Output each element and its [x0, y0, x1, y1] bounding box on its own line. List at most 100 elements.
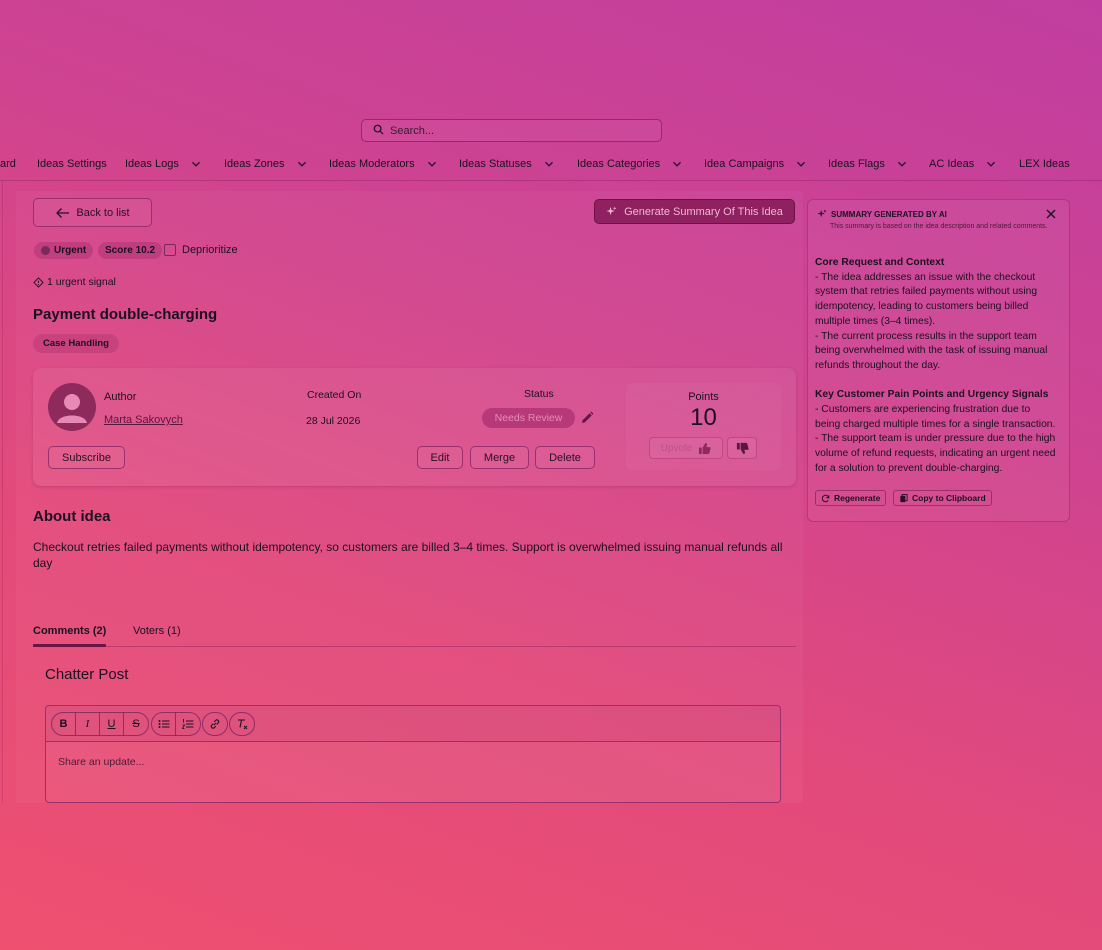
summary-line: volume of refund requests, indicating an… [815, 448, 1056, 460]
link-button[interactable] [203, 713, 227, 735]
delete-label: Delete [549, 451, 581, 464]
upvote-label: Upvote [660, 442, 693, 454]
bold-button[interactable]: B [52, 713, 76, 735]
nav-label: Ideas Settings [37, 158, 107, 170]
nav-item-ac-ideas[interactable]: AC Ideas [929, 157, 996, 171]
thumbs-up-icon [699, 442, 711, 454]
close-icon[interactable] [1045, 208, 1057, 220]
link-group [202, 712, 228, 736]
clear-format-button[interactable] [230, 713, 254, 735]
chevron-down-icon [897, 161, 906, 167]
chevron-down-icon [191, 161, 200, 167]
chevron-down-icon [297, 161, 306, 167]
delete-button[interactable]: Delete [535, 446, 595, 469]
nav-item-ideas-statuses[interactable]: Ideas Statuses [459, 157, 554, 171]
sparkle-icon [817, 209, 827, 218]
pencil-icon[interactable] [580, 411, 594, 425]
urgent-signal: 1 urgent signal [33, 276, 116, 288]
nav-item-ideas-zones[interactable]: Ideas Zones [224, 157, 307, 171]
tabs-divider [33, 646, 796, 647]
list-group [151, 712, 201, 736]
chevron-down-icon [797, 161, 806, 167]
chevron-down-icon [544, 161, 553, 167]
nav-item-board[interactable]: ard [0, 157, 16, 171]
clear-format-icon [238, 719, 248, 730]
tab-active-indicator [33, 644, 106, 647]
summary-line: - The current process results in the sup… [815, 330, 1037, 342]
search-input[interactable]: Search... [361, 119, 662, 142]
urgent-badge: Urgent [34, 242, 94, 259]
edit-button[interactable]: Edit [417, 446, 463, 469]
nav-item-ideas-settings[interactable]: Ideas Settings [37, 157, 107, 171]
summary-body: Core Request and Context - The idea addr… [815, 256, 1065, 477]
search-icon [373, 124, 384, 138]
summary-line: - The idea addresses an issue with the c… [815, 271, 1036, 283]
nav-label: ard [0, 158, 16, 170]
copy-label: Copy to Clipboard [912, 493, 986, 503]
status-label: Status [524, 388, 554, 400]
italic-button[interactable]: I [76, 713, 100, 735]
bullet-list-button[interactable] [152, 713, 176, 735]
strikethrough-button[interactable]: S [124, 713, 148, 735]
bullet-list-icon [158, 720, 169, 728]
downvote-button[interactable] [727, 437, 757, 459]
chevron-down-icon [673, 161, 682, 167]
link-icon [210, 719, 220, 729]
summary-line: being overwhelmed with the task of issui… [815, 345, 1048, 357]
chevron-down-icon [427, 161, 436, 167]
nav-item-ideas-moderators[interactable]: Ideas Moderators [329, 157, 437, 171]
search-placeholder: Search... [390, 124, 435, 137]
summary-line: for a solution to prevent double-chargin… [815, 462, 1003, 474]
signal-label: 1 urgent signal [47, 276, 116, 288]
nav-label: Ideas Logs [125, 158, 179, 170]
summary-header: SUMMARY GENERATED BY AI [817, 209, 947, 219]
nav-item-ideas-flags[interactable]: Ideas Flags [828, 157, 907, 171]
about-title: About idea [33, 508, 111, 525]
summary-section-title: Key Customer Pain Points and Urgency Sig… [815, 389, 1049, 401]
nav-label: AC Ideas [929, 158, 975, 170]
numbered-list-icon [182, 719, 194, 729]
urgent-label: Urgent [54, 245, 87, 256]
nav-item-idea-campaigns[interactable]: Idea Campaigns [704, 157, 806, 171]
copy-to-clipboard-button[interactable]: Copy to Clipboard [893, 490, 992, 506]
clear-format-group [229, 712, 255, 736]
urgent-dot-icon [41, 246, 50, 255]
summary-line: system that retries failed payments with… [815, 286, 1038, 298]
nav-item-ideas-categories[interactable]: Ideas Categories [577, 157, 682, 171]
merge-label: Merge [483, 451, 516, 464]
summary-line: refunds throughout the day. [815, 359, 941, 371]
score-label: Score 10.2 [105, 245, 156, 256]
summary-line: multiple times (3–4 times). [815, 315, 936, 327]
back-to-list-button[interactable]: Back to list [33, 198, 152, 227]
nav-item-lex-ideas[interactable]: LEX Ideas [1019, 157, 1070, 171]
deprioritize-checkbox[interactable] [164, 244, 176, 256]
nav-label: Ideas Statuses [459, 158, 532, 170]
nav-item-ideas-logs[interactable]: Ideas Logs [125, 157, 201, 171]
summary-line: - Customers are experiencing frustration… [815, 404, 1031, 416]
thumbs-down-icon [736, 442, 749, 454]
tab-voters[interactable]: Voters (1) [133, 625, 181, 637]
summary-spacer [815, 374, 1065, 389]
nav-label: LEX Ideas [1019, 158, 1070, 170]
generate-summary-button[interactable]: Generate Summary Of This Idea [594, 199, 795, 224]
numbered-list-button[interactable] [176, 713, 200, 735]
author-link[interactable]: Marta Sakovych [104, 414, 183, 426]
summary-header-label: SUMMARY GENERATED BY AI [831, 209, 947, 219]
arrow-left-icon [56, 207, 70, 218]
category-tag: Case Handling [33, 334, 119, 353]
edit-label: Edit [430, 451, 450, 464]
score-badge: Score 10.2 [98, 242, 163, 259]
tab-comments[interactable]: Comments (2) [33, 625, 106, 637]
upvote-button[interactable]: Upvote [649, 437, 723, 459]
toolbar-divider [46, 741, 780, 742]
deprioritize-label: Deprioritize [182, 244, 238, 256]
points-label: Points [688, 391, 719, 403]
panel-edge [2, 180, 3, 803]
regenerate-button[interactable]: Regenerate [815, 490, 887, 506]
underline-button[interactable]: U [100, 713, 124, 735]
merge-button[interactable]: Merge [470, 446, 529, 469]
nav-label: Ideas Moderators [329, 158, 415, 170]
points-value: 10 [690, 404, 717, 431]
clipboard-icon [900, 493, 908, 502]
subscribe-button[interactable]: Subscribe [48, 446, 125, 469]
